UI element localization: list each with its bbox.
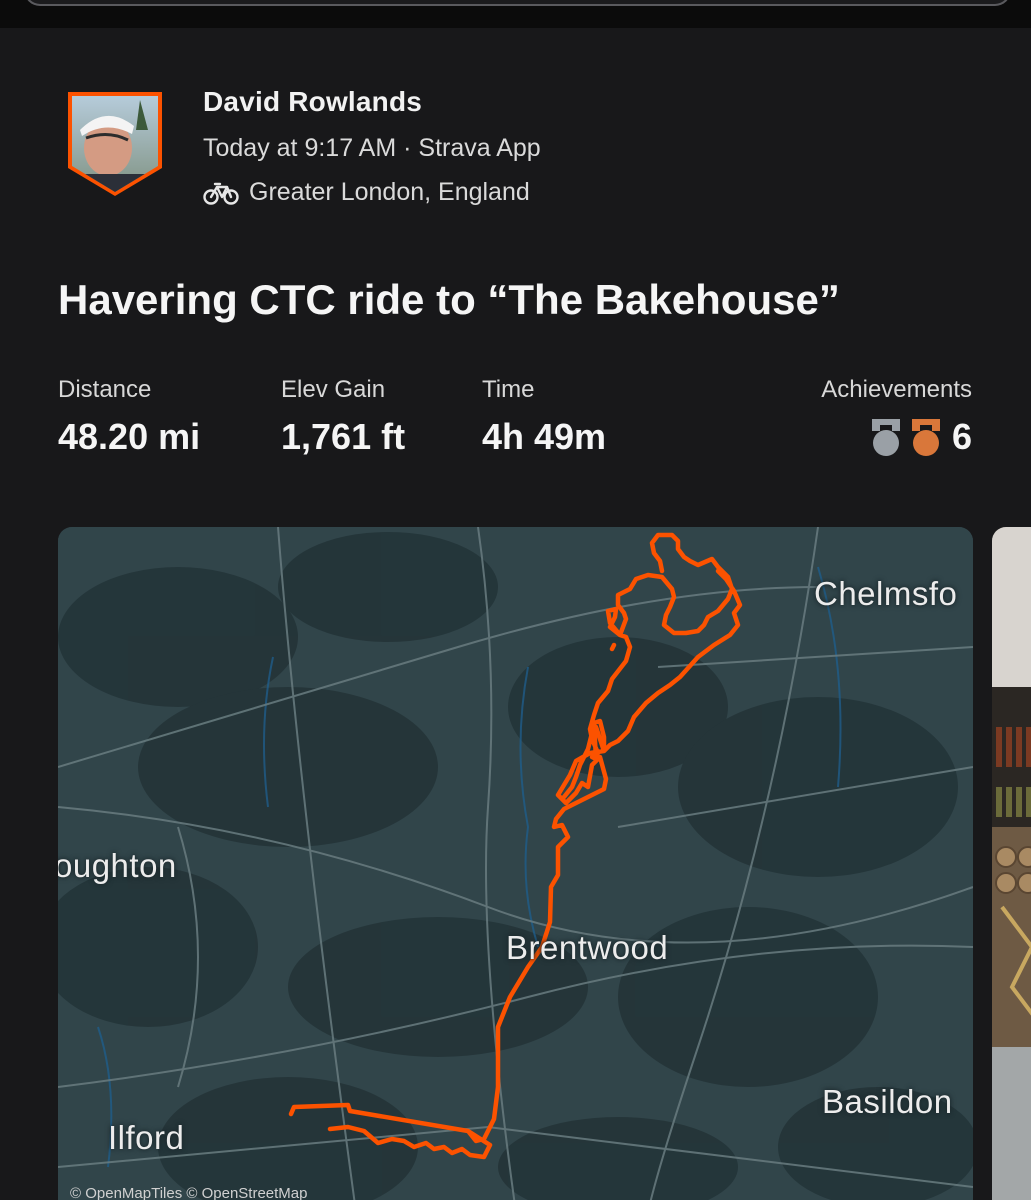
stat-elev-gain: Elev Gain 1,761 ft xyxy=(281,376,405,458)
activity-photo[interactable] xyxy=(992,527,1031,1200)
map-place-label: oughton xyxy=(58,847,177,884)
athlete-name[interactable]: David Rowlands xyxy=(203,86,422,118)
stat-label: Achievements xyxy=(821,376,972,403)
map-attribution[interactable]: © OpenMapTiles © OpenStreetMap xyxy=(70,1185,308,1200)
activity-meta: Today at 9:17 AM · Strava App xyxy=(203,134,541,162)
stat-label: Time xyxy=(482,376,535,403)
activity-feed-screen: David Rowlands Today at 9:17 AM · Strava… xyxy=(0,0,1031,1200)
stat-value: 48.20 mi xyxy=(58,416,201,457)
bike-icon xyxy=(203,182,239,205)
achievements-count: 6 xyxy=(951,416,972,457)
stat-distance: Distance 48.20 mi xyxy=(58,376,200,458)
stat-achievements[interactable]: Achievements 6 xyxy=(821,376,972,458)
stat-value: 4h 49m xyxy=(482,416,607,457)
stat-label: Elev Gain xyxy=(281,376,386,403)
stat-label: Distance xyxy=(58,376,152,403)
activity-location-row: Greater London, England xyxy=(203,178,530,207)
route-map[interactable]: Chelmsfo oughton Brentwood Basildon Ilfo… xyxy=(58,527,973,1200)
stat-value: 1,761 ft xyxy=(281,416,406,457)
location-text: Greater London, England xyxy=(249,178,530,206)
map-place-label: Basildon xyxy=(822,1083,953,1120)
silver-trophy-icon xyxy=(871,419,900,456)
activity-title[interactable]: Havering CTC ride to “The Bakehouse” xyxy=(58,276,840,324)
map-place-label: Ilford xyxy=(108,1119,185,1156)
stat-time: Time 4h 49m xyxy=(482,376,606,458)
previous-feed-card[interactable] xyxy=(24,0,1011,6)
map-place-label: Brentwood xyxy=(506,929,669,966)
athlete-avatar[interactable] xyxy=(66,90,164,198)
photo-image xyxy=(992,527,1031,1200)
bronze-trophy-icon xyxy=(911,419,940,456)
achievements-row: 6 xyxy=(821,416,972,458)
map-place-label: Chelmsfo xyxy=(814,575,958,612)
